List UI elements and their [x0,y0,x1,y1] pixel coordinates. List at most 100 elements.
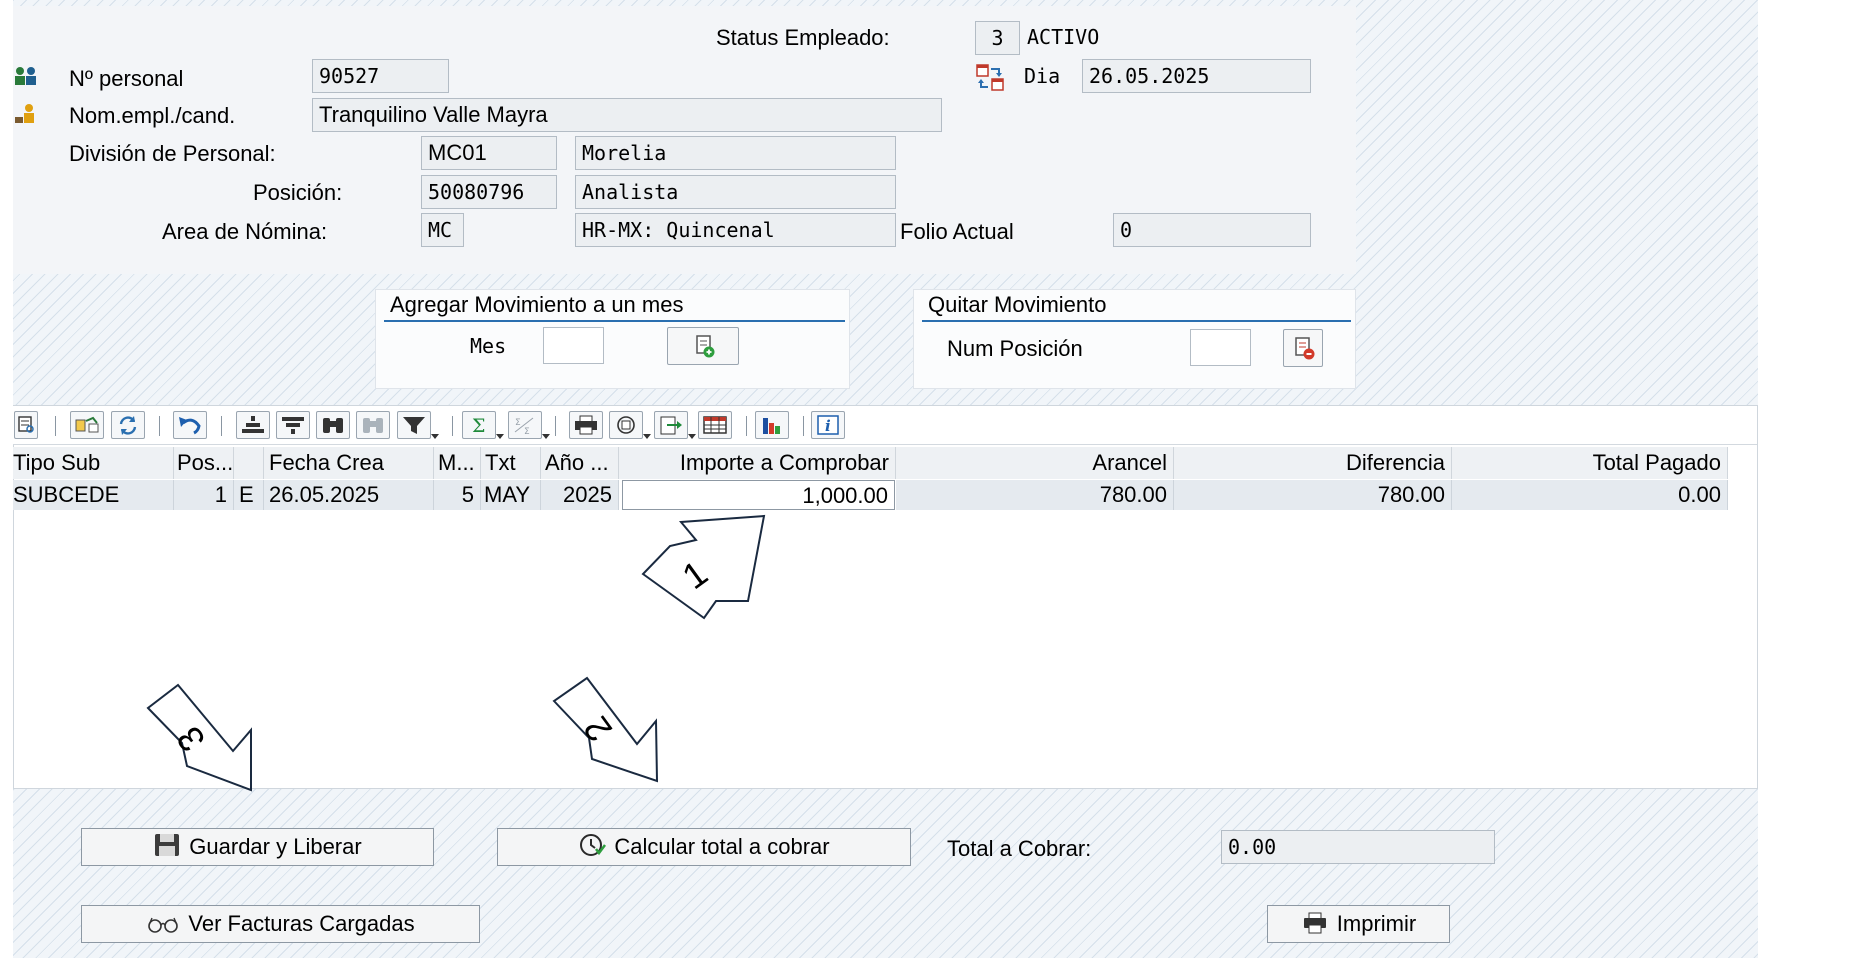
posicion-label: Posición: [253,180,343,205]
agregar-title-underline [384,320,845,322]
sync-icon[interactable] [111,411,145,439]
dia-label: Dia [1024,64,1061,88]
dia-field[interactable]: 26.05.2025 [1082,59,1311,93]
calcular-total-button[interactable]: Calcular total a cobrar [497,828,911,866]
cell-fecha-crea[interactable]: 26.05.2025 [264,480,434,510]
find-icon[interactable] [316,411,350,439]
toolbar-separator [555,416,556,436]
status-empleado-label: Status Empleado: [716,25,890,50]
column-header-importe[interactable]: Importe a Comprobar [619,447,896,479]
agregar-movimiento-group: Agregar Movimiento a un mes [375,289,850,389]
save-icon [155,834,180,856]
column-header-txt[interactable]: Txt [481,447,541,479]
layout-icon[interactable] [698,411,732,439]
calculate-clock-icon [580,834,607,856]
svg-text:Σ: Σ [472,415,485,437]
folio-label: Folio Actual [900,219,1014,244]
quitar-title: Quitar Movimiento [928,292,1107,317]
mes-input[interactable] [543,327,604,364]
imprimir-button[interactable]: Imprimir [1267,905,1450,943]
posicion-text-field: Analista [575,175,896,209]
calcular-label: Calcular total a cobrar [614,834,830,859]
cell-mes[interactable]: 5 [434,480,481,510]
sort-descending-icon[interactable] [276,411,310,439]
division-label: División de Personal: [69,141,276,166]
sort-ascending-icon[interactable] [236,411,270,439]
num-posicion-input[interactable] [1190,329,1251,366]
column-header-diferencia[interactable]: Diferencia [1174,447,1452,479]
nombre-field: Tranquilino Valle Mayra [312,98,942,132]
refresh-icon[interactable] [70,411,104,439]
importe-input[interactable]: 1,000.00 [622,480,895,510]
ver-facturas-button[interactable]: Ver Facturas Cargadas [81,905,480,943]
undo-icon[interactable] [173,411,207,439]
toolbar-separator [452,416,453,436]
cell-txt[interactable]: MAY [481,480,541,510]
export-icon[interactable] [654,411,696,439]
svg-text:Σ: Σ [524,427,530,437]
printer-icon [1303,912,1326,934]
total-cobrar-label: Total a Cobrar: [947,836,1092,861]
views-icon[interactable] [609,411,651,439]
annotation-arrow-1 [641,514,766,620]
cell-pos[interactable]: 1 [174,480,234,510]
personal-label: Nº personal [69,66,184,91]
num-posicion-label: Num Posición [947,336,1083,361]
cell-total-pagado[interactable]: 0.00 [1452,480,1728,510]
personnel-icon [13,66,39,91]
toolbar-separator [159,416,160,436]
svg-text:i: i [825,417,831,435]
total-cobrar-field: 0.00 [1221,830,1495,864]
status-text: ACTIVO [1027,25,1100,49]
column-header-arancel[interactable]: Arancel [896,447,1174,479]
print-icon[interactable] [569,411,603,439]
nombre-label: Nom.empl./cand. [69,103,236,128]
filter-icon[interactable] [397,411,439,439]
personal-field[interactable]: 90527 [312,59,449,93]
column-header-indicator[interactable] [234,447,264,479]
add-document-icon [696,335,715,358]
division-code-field: MC01 [421,136,557,170]
graphic-icon[interactable] [755,411,789,439]
guardar-liberar-button[interactable]: Guardar y Liberar [81,828,434,866]
toolbar-separator [55,416,56,436]
subtotal-icon[interactable]: ΣΣ [508,411,550,439]
cell-indicator[interactable]: E [234,480,264,510]
mes-label: Mes [470,334,507,358]
cell-tipo-sub[interactable]: SUBCEDE [13,480,174,510]
remove-movement-button[interactable] [1283,329,1323,367]
add-movement-button[interactable] [667,327,739,365]
posicion-code-field: 50080796 [421,175,557,209]
svg-text:Σ: Σ [515,418,521,428]
agregar-title: Agregar Movimiento a un mes [390,292,684,317]
glasses-icon [148,917,179,933]
details-icon[interactable] [14,411,38,439]
column-header-tipo-sub[interactable]: Tipo Sub [13,447,174,479]
column-header-total-pagado[interactable]: Total Pagado [1452,447,1728,479]
toolbar-separator [746,416,747,436]
area-label: Area de Nómina: [162,219,328,244]
info-icon[interactable]: i [811,411,845,439]
cell-arancel[interactable]: 780.00 [896,480,1174,510]
sum-icon[interactable]: Σ [462,411,504,439]
cell-anio[interactable]: 2025 [541,480,619,510]
division-text-field: Morelia [575,136,896,170]
column-header-anio[interactable]: Año ... [541,447,619,479]
imprimir-label: Imprimir [1336,911,1417,936]
folio-field: 0 [1113,213,1311,247]
area-code-field: MC [421,213,464,247]
column-header-pos[interactable]: Pos... [174,447,234,479]
ver-facturas-label: Ver Facturas Cargadas [188,911,415,936]
area-text-field: HR-MX: Quincenal [575,213,896,247]
find-next-icon[interactable] [356,411,390,439]
candidate-icon [13,103,39,130]
grid-toolbar: Σ ΣΣ i [13,406,1757,445]
quitar-title-underline [922,320,1351,322]
column-header-fecha-crea[interactable]: Fecha Crea [264,447,434,479]
status-code-field: 3 [975,21,1020,55]
guardar-label: Guardar y Liberar [189,834,362,859]
cell-diferencia[interactable]: 780.00 [1174,480,1452,510]
column-header-mes[interactable]: M... [434,447,481,479]
calendar-switch-icon[interactable] [975,63,1007,98]
remove-document-icon [1295,337,1315,360]
